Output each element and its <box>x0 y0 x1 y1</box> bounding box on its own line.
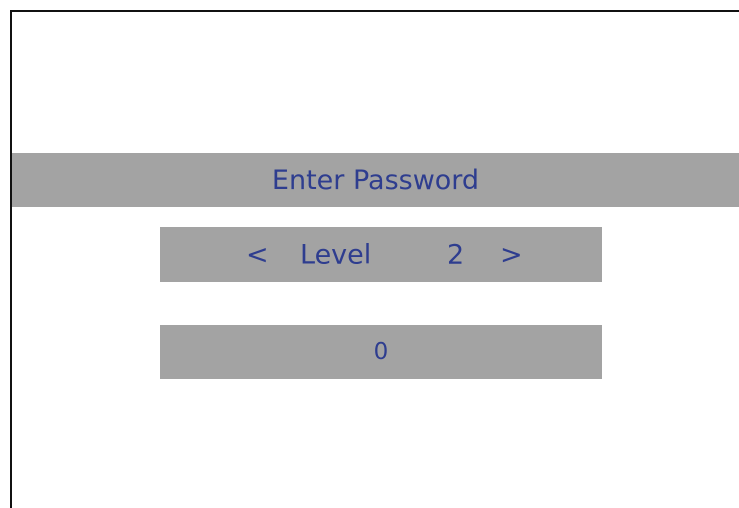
title-bar: Enter Password <box>12 153 739 207</box>
screen-frame-left <box>10 10 12 508</box>
level-prev-button[interactable]: < <box>246 241 269 268</box>
level-selector: < Level 2 > <box>160 227 602 282</box>
level-value: 2 <box>447 239 465 270</box>
screen-frame-top <box>10 10 739 12</box>
level-label: Level <box>300 239 372 270</box>
page-title: Enter Password <box>271 164 480 196</box>
password-field[interactable]: 0 <box>160 325 602 379</box>
level-next-button[interactable]: > <box>500 241 523 268</box>
password-value: 0 <box>373 338 389 365</box>
